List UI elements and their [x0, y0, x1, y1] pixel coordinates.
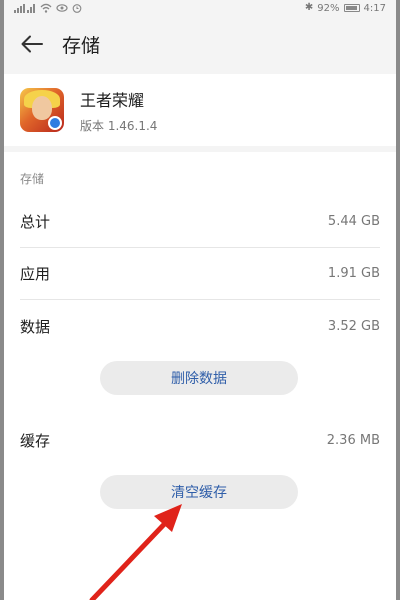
- wifi-icon: [40, 3, 52, 13]
- clear-data-button[interactable]: 删除数据: [100, 361, 298, 395]
- eye-icon: [56, 4, 68, 12]
- row-label: 数据: [20, 317, 51, 336]
- app-version: 版本 1.46.1.4: [80, 118, 158, 133]
- battery-percent: 92%: [317, 2, 340, 14]
- bluetooth-icon: ✱: [304, 2, 314, 13]
- arrow-left-icon[interactable]: [18, 30, 46, 58]
- storage-row-data: 数据 3.52 GB: [20, 300, 380, 352]
- app-icon: [20, 88, 64, 132]
- clock: 4:17: [363, 2, 386, 14]
- status-left: [14, 3, 82, 13]
- header: 存储: [4, 16, 396, 72]
- row-value: 5.44 GB: [327, 214, 380, 229]
- row-label: 应用: [20, 265, 51, 283]
- page-title: 存储: [62, 34, 101, 57]
- app-text: 王者荣耀 版本 1.46.1.4: [80, 87, 157, 134]
- row-value: 3.52 GB: [327, 318, 380, 334]
- battery-icon: [343, 4, 360, 12]
- storage-card: 存储 总计 5.44 GB 应用 1.91 GB 数据 3.52 GB 删除数据…: [4, 152, 396, 600]
- app-name: 王者荣耀: [80, 90, 145, 110]
- storage-row-cache: 缓存 2.36 MB: [20, 414, 380, 466]
- clear-cache-button[interactable]: 清空缓存: [100, 475, 298, 509]
- row-label: 总计: [20, 213, 51, 231]
- storage-row-total: 总计 5.44 GB: [20, 196, 380, 248]
- section-title: 存储: [20, 172, 45, 186]
- status-bar: ✱ 92% 4:17: [4, 0, 396, 16]
- storage-row-app: 应用 1.91 GB: [20, 248, 380, 300]
- phone-screen: ✱ 92% 4:17 存储 王者荣耀 版本 1.46.1.4 存储 总计 5.4…: [4, 0, 396, 600]
- row-value: 2.36 MB: [326, 432, 380, 448]
- status-right: ✱ 92% 4:17: [305, 3, 386, 14]
- app-info-card: 王者荣耀 版本 1.46.1.4: [4, 74, 396, 146]
- row-value: 1.91 GB: [327, 266, 380, 281]
- row-label: 缓存: [20, 431, 51, 450]
- alarm-icon: [72, 4, 82, 13]
- signal-icon: [14, 4, 35, 13]
